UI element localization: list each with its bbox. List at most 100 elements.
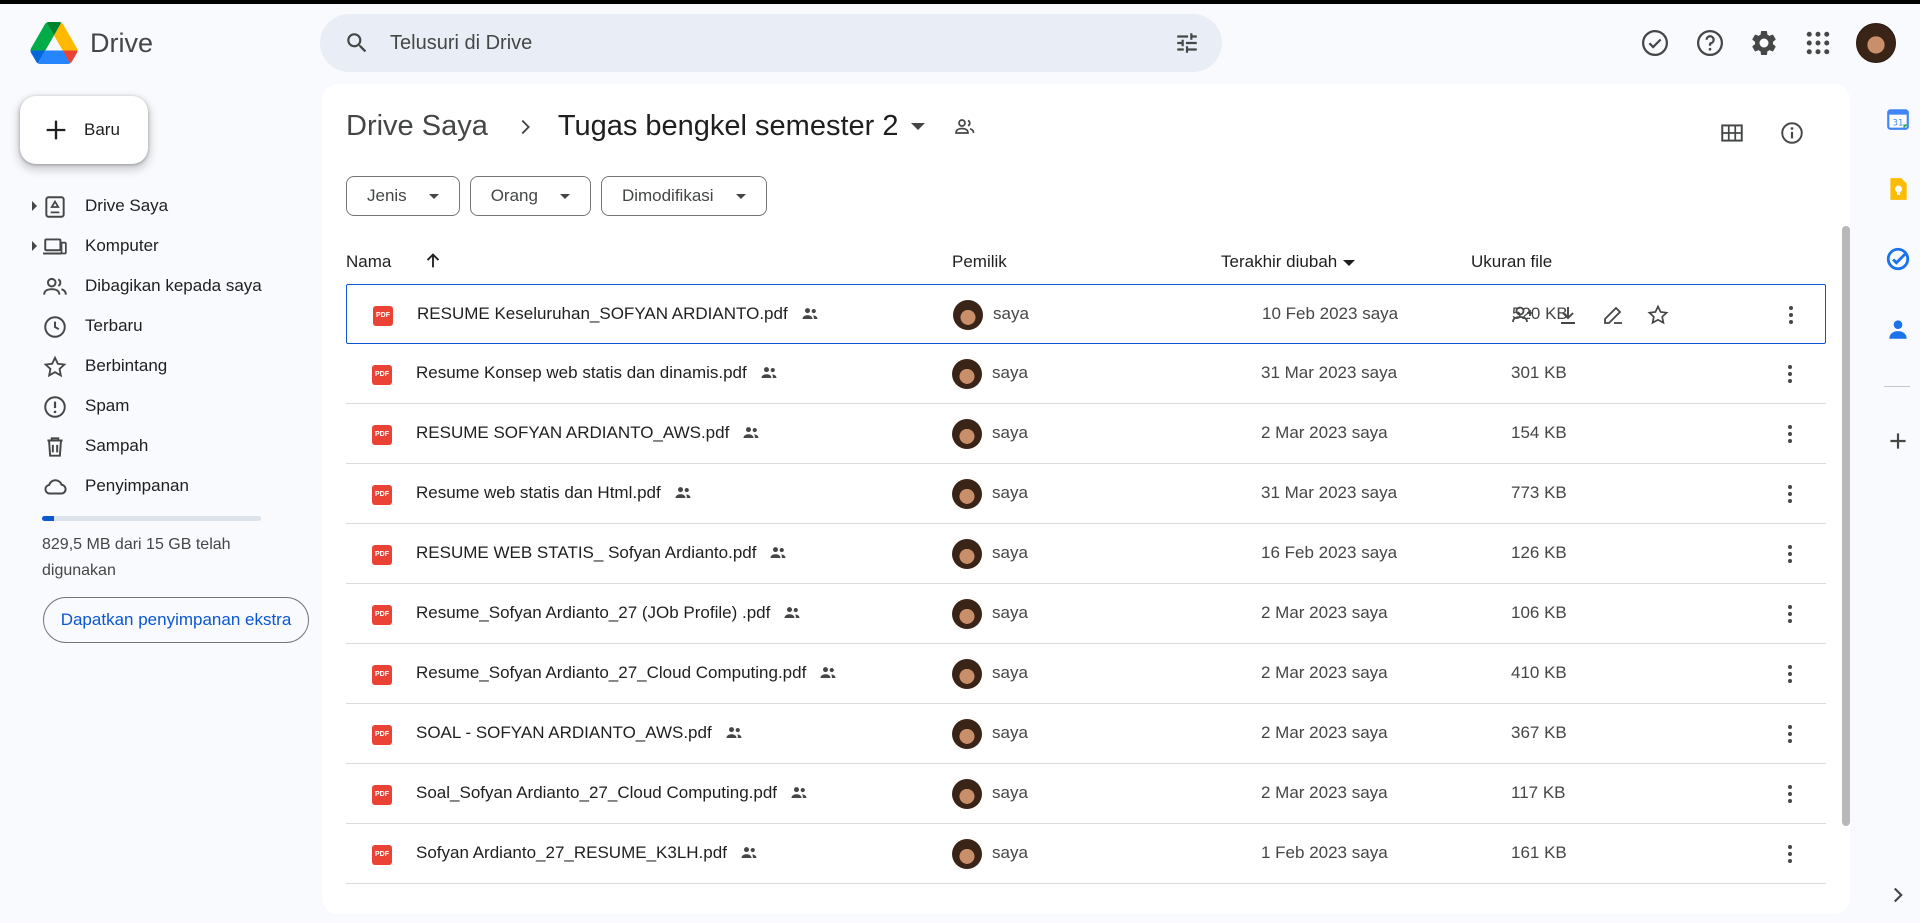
breadcrumb-root[interactable]: Drive Saya (346, 110, 488, 143)
search-input[interactable] (390, 24, 1130, 62)
column-header-modified[interactable]: Terakhir diubah (1221, 252, 1356, 272)
more-actions-icon[interactable] (1779, 303, 1803, 327)
file-row[interactable]: PDF Resume_Sofyan Ardianto_27_Cloud Compu… (346, 644, 1826, 704)
sidebar-item-spam[interactable]: Spam (0, 386, 320, 426)
sidebar-item-storage[interactable]: Penyimpanan (0, 466, 320, 506)
sidebar-item-computers[interactable]: Komputer (0, 226, 320, 266)
shared-with-me-icon (43, 277, 67, 295)
shared-people-icon (761, 367, 777, 378)
sidebar-item-label: Drive Saya (85, 196, 169, 215)
file-row[interactable]: PDF SOAL - SOFYAN ARDIANTO_AWS.pdf saya 2 M… (346, 704, 1826, 764)
file-row[interactable]: PDF RESUME WEB STATIS_ Sofyan Ardianto.pd… (346, 524, 1826, 584)
sidebar-item-label: Spam (85, 396, 130, 415)
new-button[interactable]: Baru (20, 96, 148, 164)
more-actions-icon[interactable] (1778, 482, 1802, 506)
chevron-right-icon[interactable] (1885, 882, 1911, 908)
owner-avatar (952, 479, 982, 509)
more-actions-icon[interactable] (1778, 722, 1802, 746)
star-icon (43, 355, 67, 378)
file-row[interactable]: PDF RESUME Keseluruhan_SOFYAN ARDIANTO.pd… (346, 284, 1826, 344)
file-size: 161 KB (1511, 843, 1567, 862)
file-name: Soal_Sofyan Ardianto_27_Cloud Computing.… (416, 783, 778, 802)
settings-gear-icon[interactable] (1749, 28, 1779, 58)
expand-arrow-icon[interactable] (32, 201, 37, 211)
info-icon[interactable] (1779, 120, 1805, 146)
breadcrumb-current-folder[interactable]: Tugas bengkel semester 2 (558, 110, 899, 143)
file-name-cell: Resume Konsep web statis dan dinamis.pdf (416, 363, 779, 383)
more-actions-icon[interactable] (1778, 362, 1802, 386)
search-bar[interactable] (320, 14, 1222, 72)
keep-icon[interactable] (1885, 176, 1911, 202)
filter-type-chip[interactable]: Jenis (346, 176, 460, 216)
more-actions-icon[interactable] (1778, 782, 1802, 806)
chip-label: Dimodifikasi (621, 186, 714, 205)
pdf-file-icon: PDF (372, 845, 392, 865)
sort-arrow-up-icon[interactable] (422, 250, 444, 272)
owner-avatar (952, 719, 982, 749)
more-actions-icon[interactable] (1778, 662, 1802, 686)
grid-view-icon[interactable] (1719, 120, 1745, 146)
file-row[interactable]: PDF RESUME SOFYAN ARDIANTO_AWS.pdf saya 2 M… (346, 404, 1826, 464)
apps-grid-icon[interactable] (1803, 28, 1833, 58)
shared-folder-icon[interactable] (953, 115, 977, 139)
get-more-storage-button[interactable]: Dapatkan penyimpanan ekstra (43, 597, 309, 643)
expand-arrow-icon[interactable] (32, 241, 37, 251)
drive-logo[interactable]: Drive (30, 22, 153, 64)
shared-people-icon (741, 847, 757, 858)
rename-pencil-icon[interactable] (1601, 303, 1625, 327)
download-icon[interactable] (1556, 303, 1580, 327)
owner-avatar (952, 419, 982, 449)
file-size: 106 KB (1511, 603, 1567, 622)
owner-avatar (953, 300, 983, 330)
filter-modified-chip[interactable]: Dimodifikasi (600, 176, 767, 216)
sidebar-item-shared-with-me[interactable]: Dibagikan kepada saya (0, 266, 320, 306)
file-name: Resume_Sofyan Ardianto_27 (JOb Profile) … (416, 603, 771, 622)
sidebar-item-recent[interactable]: Terbaru (0, 306, 320, 346)
pdf-file-icon: PDF (372, 785, 392, 805)
file-owner: saya (993, 304, 1029, 323)
sidebar-item-trash[interactable]: Sampah (0, 426, 320, 466)
chip-label: Orang (490, 186, 538, 205)
storage-progress-fill (42, 516, 55, 521)
file-row[interactable]: PDF Soal_Sofyan Ardianto_27_Cloud Computi… (346, 764, 1826, 824)
owner-avatar (952, 539, 982, 569)
search-options-icon[interactable] (1174, 30, 1200, 56)
file-row[interactable]: PDF Resume_Sofyan Ardianto_27 (JOb Profil… (346, 584, 1826, 644)
calendar-icon[interactable]: 31 (1885, 106, 1911, 132)
file-modified: 16 Feb 2023 saya (1261, 543, 1398, 562)
more-actions-icon[interactable] (1778, 542, 1802, 566)
contacts-icon[interactable] (1885, 316, 1911, 342)
offline-ready-icon[interactable] (1640, 28, 1670, 58)
scrollbar[interactable] (1842, 226, 1850, 826)
folder-menu-caret-icon[interactable] (910, 123, 925, 130)
pdf-file-icon: PDF (372, 605, 392, 625)
owner-avatar (952, 599, 982, 629)
more-actions-icon[interactable] (1778, 602, 1802, 626)
sidebar-item-label: Komputer (85, 236, 159, 255)
sidebar-item-starred[interactable]: Berbintang (0, 346, 320, 386)
file-owner: saya (992, 363, 1028, 382)
file-row[interactable]: PDF Resume web statis dan Html.pdf saya 31 … (346, 464, 1826, 524)
share-add-person-icon[interactable] (1511, 303, 1535, 327)
sidebar-nav: Drive Saya Komputer Dibagikan kepada say… (0, 186, 320, 506)
file-owner: saya (992, 723, 1028, 742)
help-icon[interactable] (1695, 28, 1725, 58)
filter-people-chip[interactable]: Orang (469, 176, 591, 216)
more-actions-icon[interactable] (1778, 842, 1802, 866)
file-owner: saya (992, 843, 1028, 862)
sidebar-item-label: Penyimpanan (85, 476, 189, 495)
column-header-owner[interactable]: Pemilik (952, 252, 1007, 272)
file-row[interactable]: PDF Sofyan Ardianto_27_RESUME_K3LH.pdf say… (346, 824, 1826, 884)
spam-icon (44, 396, 66, 418)
column-header-size[interactable]: Ukuran file (1471, 252, 1552, 272)
more-actions-icon[interactable] (1778, 422, 1802, 446)
add-star-icon[interactable] (1646, 303, 1670, 327)
file-row[interactable]: PDF Resume Konsep web statis dan dinamis.… (346, 344, 1826, 404)
column-header-name[interactable]: Nama (346, 252, 391, 272)
file-size: 410 KB (1511, 663, 1567, 682)
shared-people-icon (726, 727, 742, 738)
search-icon[interactable] (344, 30, 370, 56)
add-addon-plus-icon[interactable] (1885, 428, 1911, 454)
tasks-icon[interactable] (1885, 246, 1911, 272)
sidebar-item-my-drive[interactable]: Drive Saya (0, 186, 320, 226)
